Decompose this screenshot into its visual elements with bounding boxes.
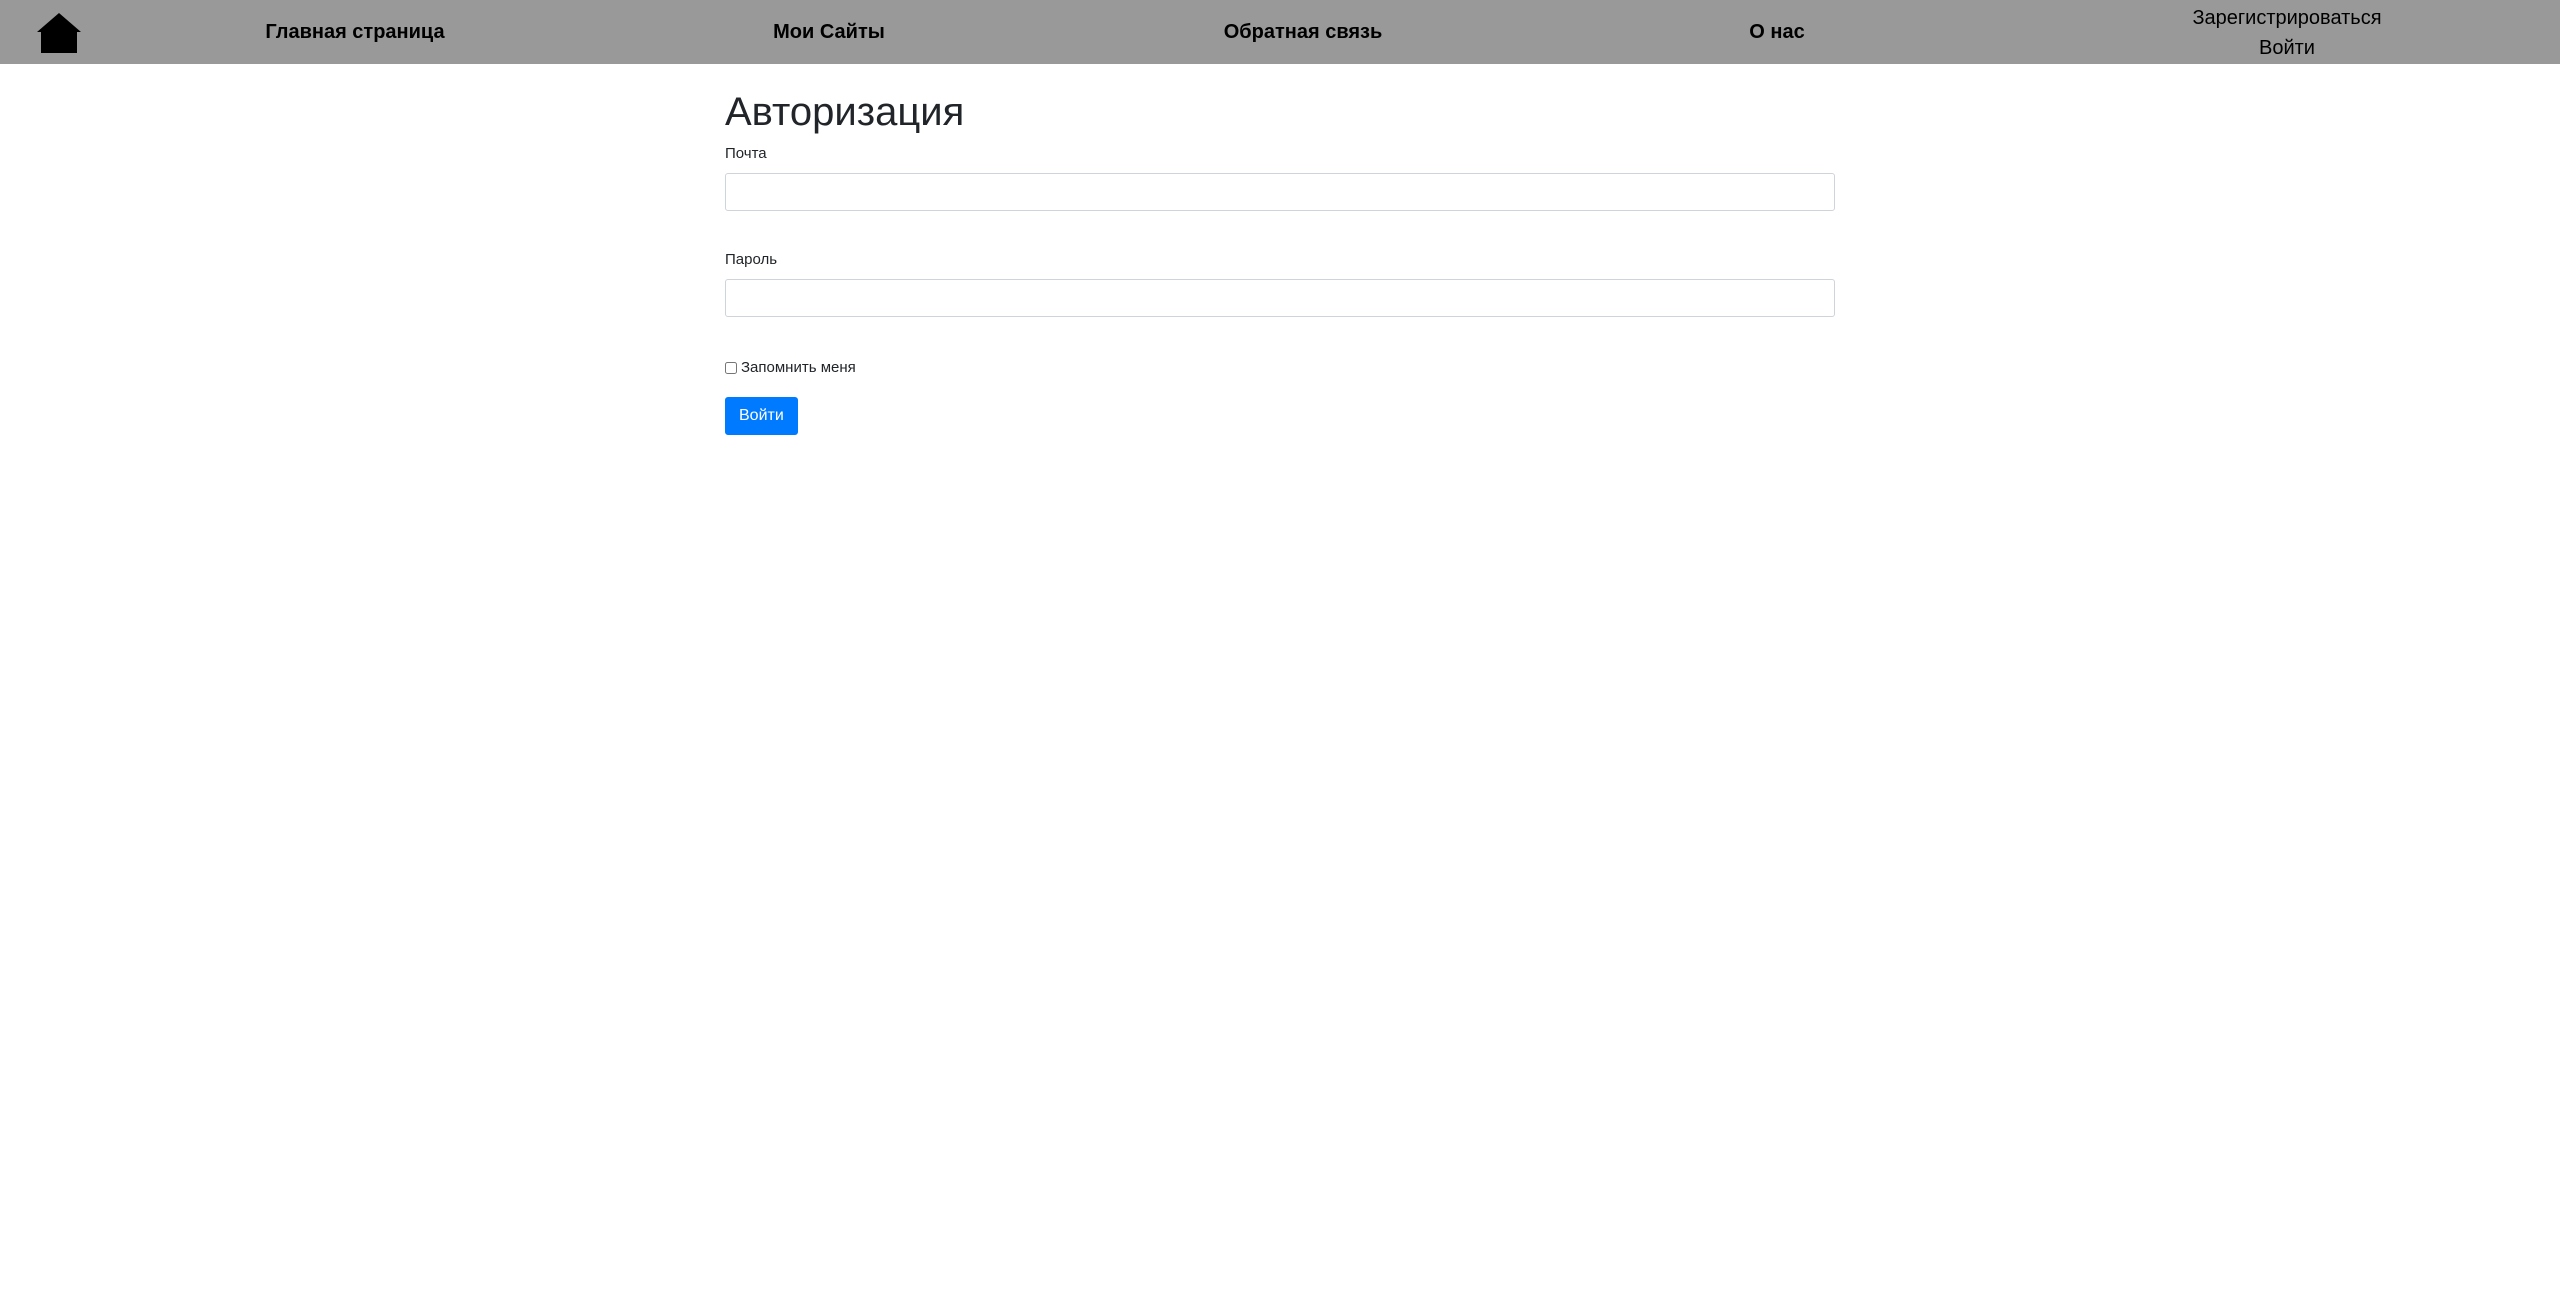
remember-me-label: Запомнить меня — [741, 359, 856, 376]
remember-me-checkbox[interactable] — [725, 362, 737, 374]
auth-links: Зарегистрироваться Войти — [2192, 3, 2381, 63]
email-field[interactable] — [725, 173, 1835, 211]
house-icon — [37, 13, 81, 53]
login-form: Авторизация Почта Пароль Запомнить меня … — [725, 86, 1835, 435]
register-link[interactable]: Зарегистрироваться — [2192, 3, 2381, 33]
login-link[interactable]: Войти — [2192, 33, 2381, 63]
nav-feedback[interactable]: Обратная связь — [1224, 0, 1383, 64]
remember-me-row: Запомнить меня — [725, 358, 1835, 378]
nav-my-sites[interactable]: Мои Сайты — [773, 0, 885, 64]
nav-about[interactable]: О нас — [1749, 0, 1804, 64]
password-field[interactable] — [725, 279, 1835, 317]
page-title: Авторизация — [725, 90, 965, 134]
password-label: Пароль — [725, 251, 778, 268]
nav-home[interactable]: Главная страница — [265, 0, 444, 64]
home-link[interactable] — [36, 10, 82, 56]
email-label: Почта — [725, 145, 767, 162]
top-navbar: Главная страница Мои Сайты Обратная связ… — [0, 0, 2560, 64]
login-button[interactable]: Войти — [725, 397, 798, 435]
